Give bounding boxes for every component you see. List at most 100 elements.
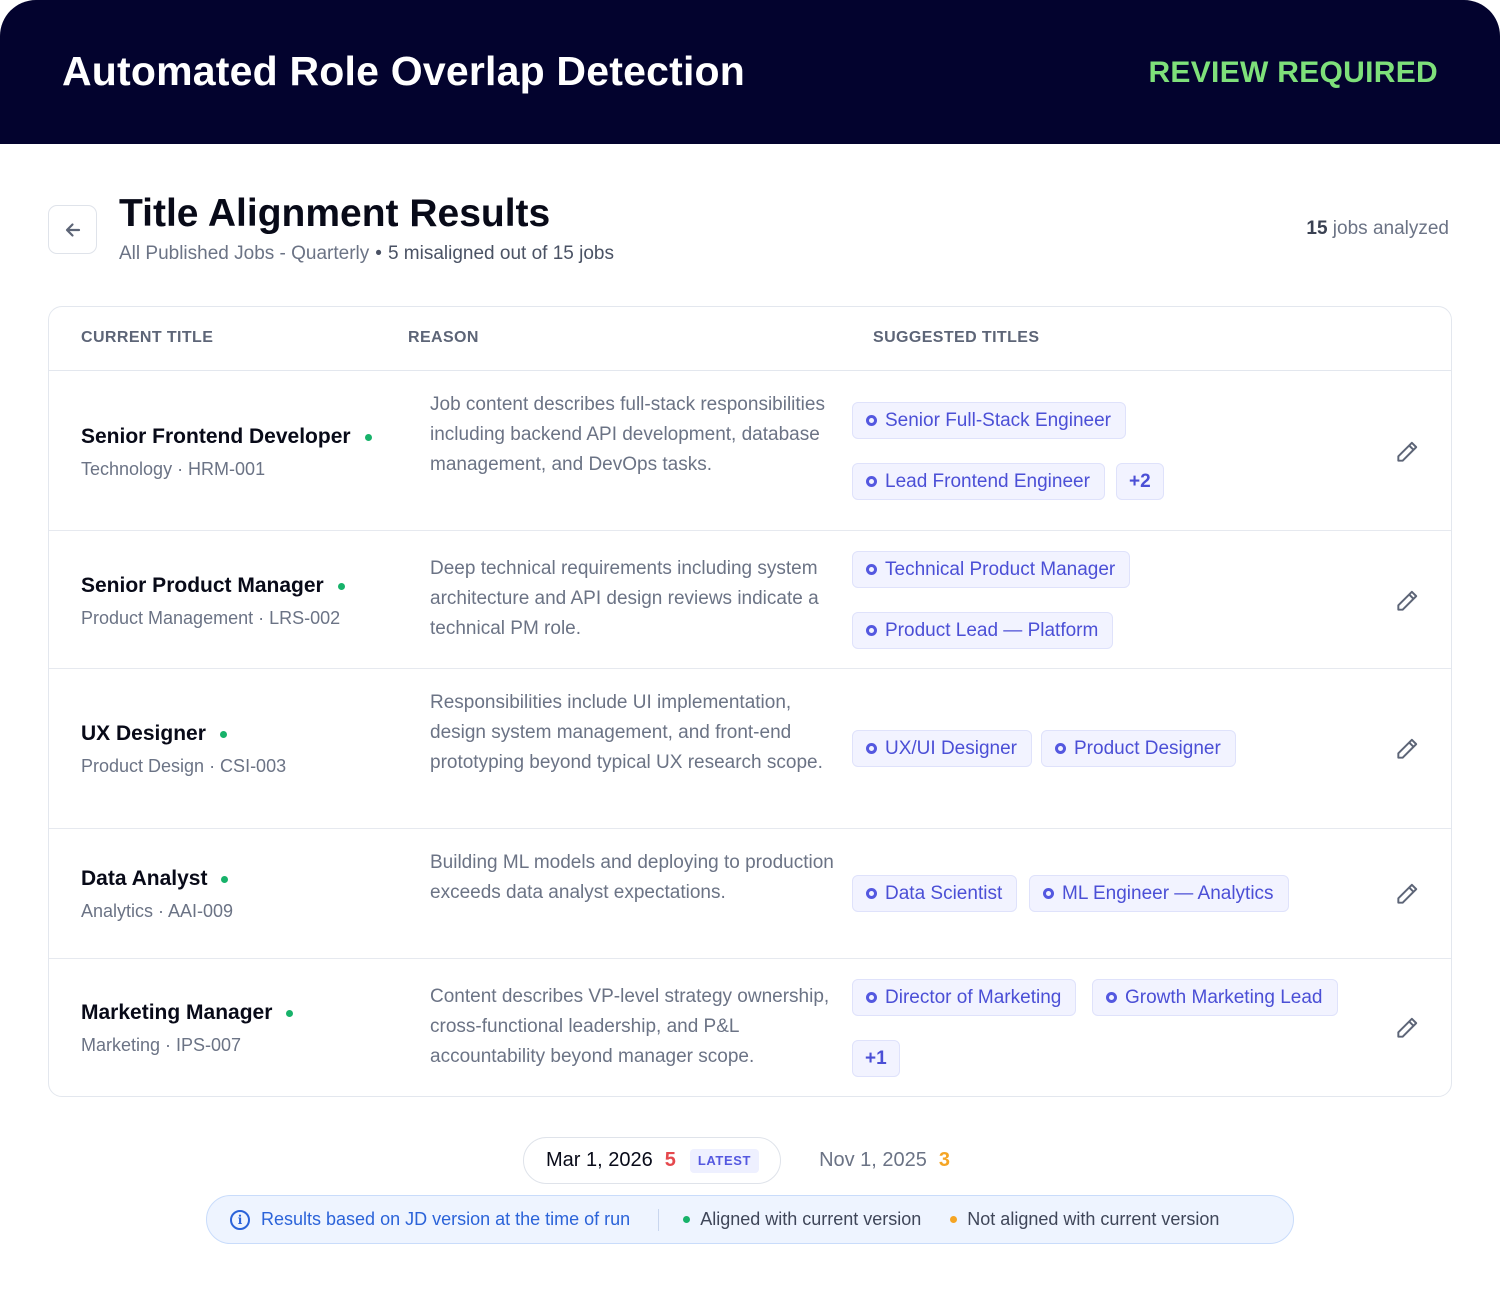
edit-button[interactable]	[1392, 437, 1422, 467]
legend-bar: i Results based on JD version at the tim…	[206, 1195, 1294, 1244]
suggestion-icon	[1055, 743, 1066, 754]
table-row: Senior Product Manager Product Managemen…	[49, 531, 1451, 669]
chip-label: UX/UI Designer	[885, 737, 1017, 759]
scope-label: All Published Jobs - Quarterly	[119, 243, 370, 264]
current-title-text: UX Designer	[81, 722, 206, 745]
reason-text: Responsibilities include UI implementati…	[430, 692, 823, 773]
version-misaligned-count: 3	[938, 1149, 951, 1171]
page-subtitle: All Published Jobs - Quarterly • 5 misalig…	[119, 243, 614, 265]
suggestion-icon	[866, 888, 877, 899]
column-header-reason: REASON	[408, 329, 479, 346]
jobs-count-label: jobs analyzed	[1327, 218, 1449, 239]
suggested-title-chip[interactable]: Product Lead — Platform	[852, 612, 1114, 649]
reason-text: Content describes VP-level strategy owne…	[430, 986, 830, 1067]
app-title: Automated Role Overlap Detection	[62, 48, 746, 94]
legend-divider	[658, 1208, 660, 1231]
chip-label: ML Engineer — Analytics	[1062, 882, 1274, 904]
job-meta: Analytics · AAI-009	[81, 901, 234, 921]
aligned-status-dot	[364, 433, 372, 441]
suggestion-icon	[866, 476, 877, 487]
chip-label: Director of Marketing	[885, 986, 1062, 1008]
current-title-cell: UX Designer Product Design · CSI-003	[81, 722, 286, 777]
table-row: Marketing Manager Marketing · IPS-007 Co…	[49, 959, 1451, 1096]
current-title-cell: Senior Product Manager Product Managemen…	[81, 574, 345, 629]
review-status-badge: REVIEW REQUIRED	[1148, 56, 1438, 89]
chip-label: Senior Full-Stack Engineer	[885, 409, 1111, 431]
more-suggestions-chip[interactable]: +2	[1116, 463, 1164, 500]
current-title-text: Senior Product Manager	[81, 574, 324, 597]
separator-dot: •	[375, 243, 382, 264]
version-date: Mar 1, 2026	[546, 1149, 653, 1171]
aligned-status-dot	[219, 730, 227, 738]
back-button[interactable]	[48, 205, 97, 254]
column-header-current-title: CURRENT TITLE	[81, 329, 214, 346]
version-tab-active[interactable]: Mar 1, 2026 5 LATEST	[523, 1137, 782, 1184]
column-header-suggested-titles: SUGGESTED TITLES	[873, 329, 1040, 346]
table-row: UX Designer Product Design · CSI-003 Res…	[49, 669, 1451, 829]
suggestion-icon	[1106, 992, 1117, 1003]
suggestion-icon	[866, 625, 877, 636]
latest-badge: LATEST	[689, 1148, 760, 1173]
version-tab[interactable]: Nov 1, 2025 3	[819, 1149, 950, 1172]
job-meta: Technology · HRM-001	[81, 459, 266, 479]
edit-button[interactable]	[1392, 586, 1422, 616]
suggestion-icon	[866, 992, 877, 1003]
chip-label: Growth Marketing Lead	[1125, 986, 1323, 1008]
misaligned-summary: 5 misaligned out of 15 jobs	[387, 243, 614, 264]
suggested-title-chip[interactable]: Director of Marketing	[852, 979, 1077, 1016]
green-dot-icon	[683, 1216, 691, 1223]
current-title: UX Designer	[81, 722, 286, 746]
legend-not-aligned: Not aligned with current version	[950, 1209, 1219, 1230]
pencil-icon	[1397, 590, 1418, 611]
suggestion-icon	[866, 564, 877, 575]
suggested-title-chip[interactable]: Growth Marketing Lead	[1092, 979, 1338, 1016]
suggested-title-chip[interactable]: ML Engineer — Analytics	[1029, 875, 1289, 912]
current-title: Senior Product Manager	[81, 574, 345, 598]
edit-button[interactable]	[1392, 1013, 1422, 1043]
suggestion-icon	[1043, 888, 1054, 899]
more-suggestions-chip[interactable]: +1	[852, 1040, 900, 1077]
edit-button[interactable]	[1392, 734, 1422, 764]
chip-label: Product Lead — Platform	[885, 619, 1099, 641]
pencil-icon	[1397, 738, 1418, 759]
suggested-title-chip[interactable]: Data Scientist	[852, 875, 1018, 912]
current-title-cell: Marketing Manager Marketing · IPS-007	[81, 1001, 294, 1056]
current-title-text: Data Analyst	[81, 867, 208, 890]
info-note: i Results based on JD version at the tim…	[230, 1209, 630, 1230]
current-title-cell: Senior Frontend Developer Technology · H…	[81, 425, 372, 480]
version-date: Nov 1, 2025	[819, 1149, 927, 1171]
current-title-text: Senior Frontend Developer	[81, 425, 351, 448]
suggested-title-chip[interactable]: Lead Frontend Engineer	[852, 463, 1105, 500]
arrow-left-icon	[65, 222, 80, 237]
current-title: Senior Frontend Developer	[81, 425, 372, 449]
app-header: Automated Role Overlap Detection REVIEW …	[0, 0, 1500, 144]
suggested-title-chip[interactable]: Technical Product Manager	[852, 551, 1131, 588]
aligned-status-dot	[221, 875, 229, 883]
jobs-count-number: 15	[1306, 218, 1328, 239]
table-row: Senior Frontend Developer Technology · H…	[49, 371, 1451, 531]
table-header: CURRENT TITLE REASON SUGGESTED TITLES	[49, 307, 1451, 371]
info-text: Results based on JD version at the time …	[261, 1209, 631, 1229]
version-misaligned-count: 5	[664, 1149, 676, 1171]
suggestion-icon	[866, 743, 877, 754]
legend-not-aligned-label: Not aligned with current version	[967, 1209, 1220, 1229]
suggested-title-chip[interactable]: Product Designer	[1041, 730, 1236, 767]
current-title-cell: Data Analyst Analytics · AAI-009	[81, 867, 233, 922]
pencil-icon	[1397, 1017, 1418, 1038]
edit-button[interactable]	[1392, 879, 1422, 909]
reason-text: Deep technical requirements including sy…	[430, 558, 819, 639]
reason-text: Building ML models and deploying to prod…	[430, 852, 834, 903]
suggested-title-chip[interactable]: Senior Full-Stack Engineer	[852, 402, 1126, 439]
suggested-title-chip[interactable]: UX/UI Designer	[852, 730, 1032, 767]
current-title-text: Marketing Manager	[81, 1001, 273, 1024]
aligned-status-dot	[337, 582, 345, 590]
job-meta: Product Management · LRS-002	[81, 608, 341, 628]
legend-aligned: Aligned with current version	[683, 1209, 921, 1230]
legend-aligned-label: Aligned with current version	[700, 1209, 922, 1229]
current-title: Data Analyst	[81, 867, 233, 891]
table-row: Data Analyst Analytics · AAI-009 Buildin…	[49, 829, 1451, 959]
aligned-status-dot	[286, 1009, 294, 1017]
job-meta: Marketing · IPS-007	[81, 1035, 242, 1055]
chip-label: Product Designer	[1074, 737, 1221, 759]
job-meta: Product Design · CSI-003	[81, 756, 287, 776]
